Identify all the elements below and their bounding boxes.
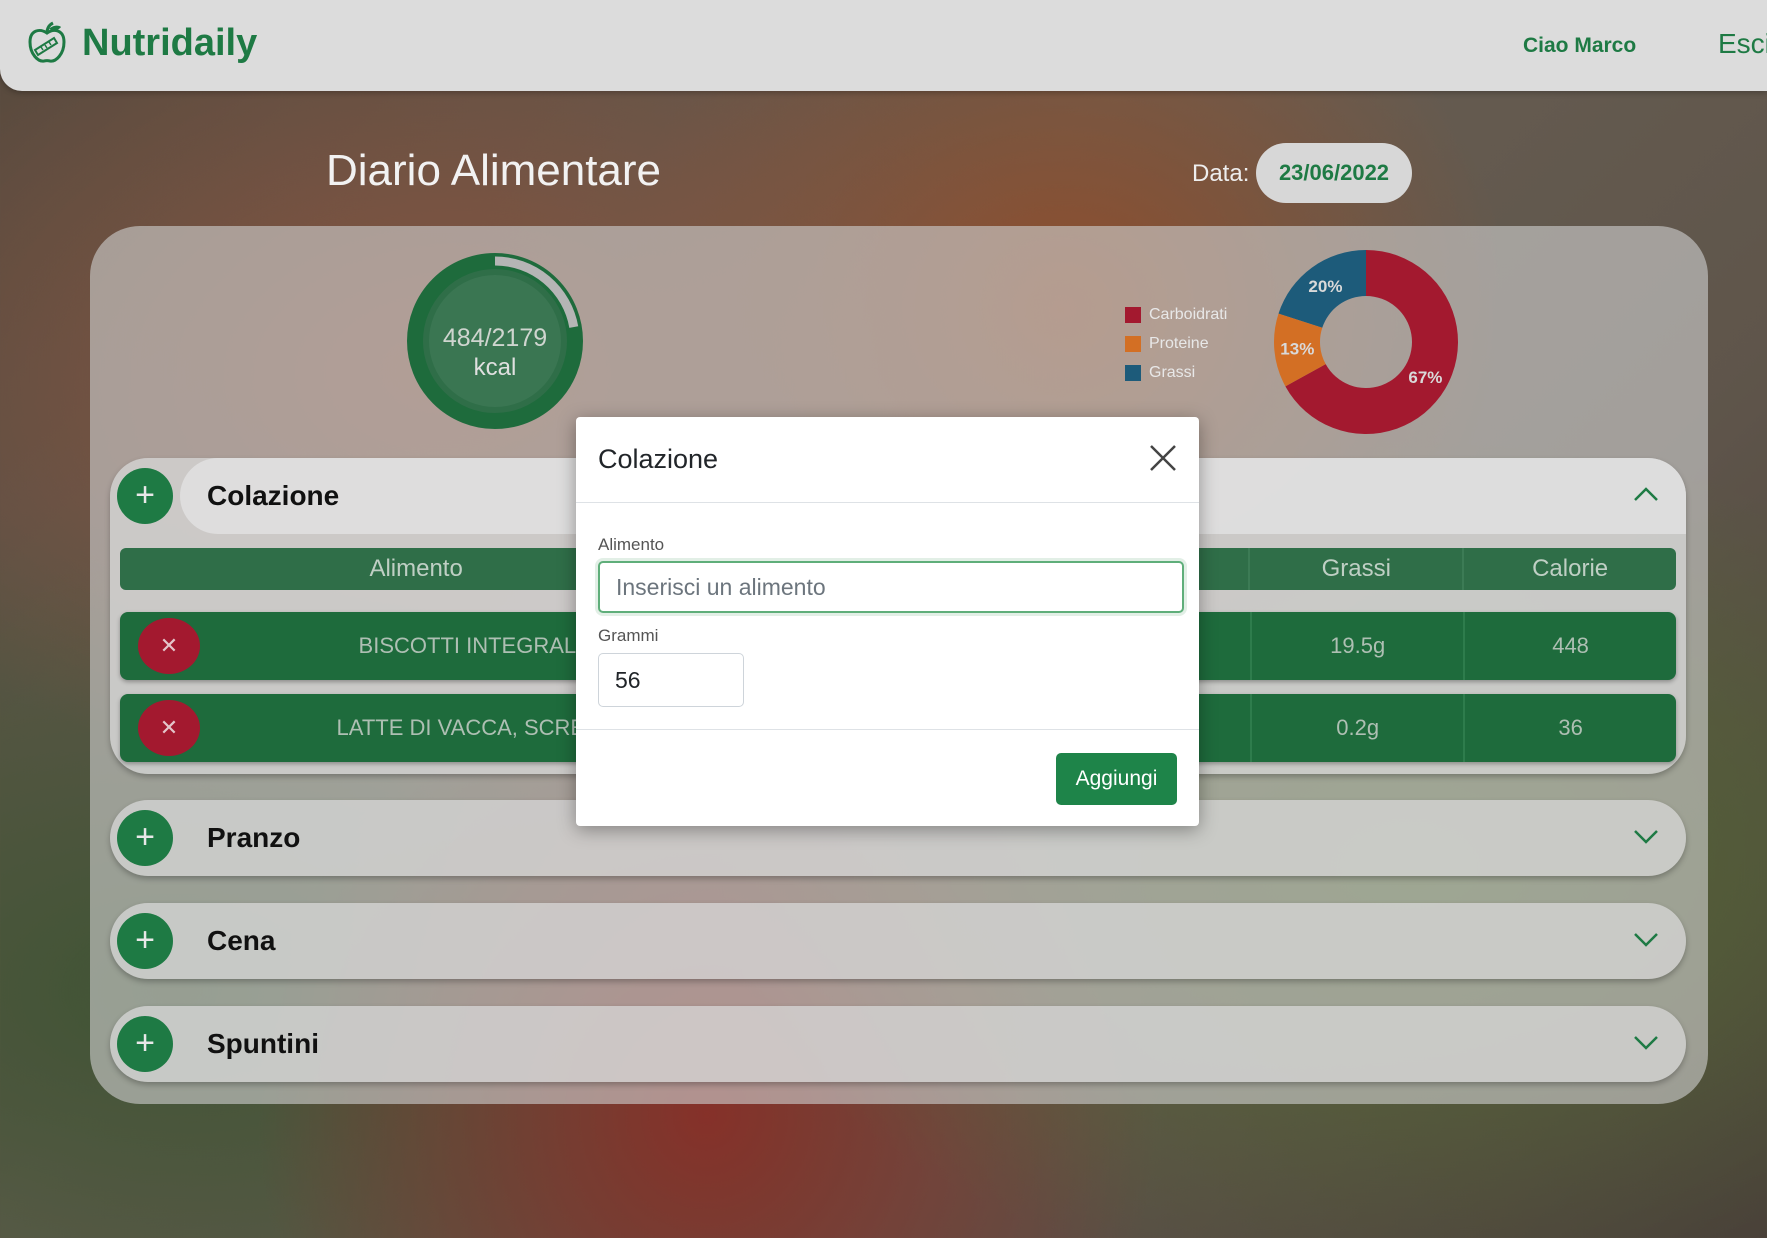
modal-footer: Aggiungi xyxy=(576,729,1199,827)
donut-label-carboidrati: 67% xyxy=(1408,368,1442,387)
legend-item-grassi: Grassi xyxy=(1125,358,1227,387)
column-header: Grassi xyxy=(1250,548,1465,590)
add-food-button[interactable]: + xyxy=(117,913,173,969)
plus-icon: + xyxy=(135,818,155,856)
legend-item-proteine: Proteine xyxy=(1125,329,1227,358)
chevron-down-icon[interactable] xyxy=(1632,826,1660,846)
grams-label: Grammi xyxy=(598,626,659,645)
times-icon: ✕ xyxy=(159,633,179,658)
add-button[interactable]: Aggiungi xyxy=(1056,753,1177,805)
column-header: Calorie xyxy=(1532,555,1609,582)
macro-donut-chart: 20% 67% 13% xyxy=(1274,250,1458,434)
add-food-button[interactable]: + xyxy=(117,1016,173,1072)
chevron-up-icon[interactable] xyxy=(1632,484,1660,504)
chevron-down-icon[interactable] xyxy=(1632,929,1660,949)
calorie-counter: 484/2179 kcal xyxy=(406,323,584,383)
calorie-cell: 448 xyxy=(1552,633,1589,658)
plus-icon: + xyxy=(135,476,155,514)
fat-cell: 0.2g xyxy=(1252,694,1466,762)
food-label: Alimento xyxy=(598,535,665,554)
legend-swatch xyxy=(1125,306,1141,323)
food-search-input[interactable] xyxy=(598,561,1184,613)
delete-food-button[interactable]: ✕ xyxy=(138,618,200,674)
calorie-cell: 36 xyxy=(1558,715,1583,740)
add-food-button[interactable]: + xyxy=(117,468,173,524)
meal-title: Pranzo xyxy=(207,822,301,853)
donut-label-grassi: 20% xyxy=(1308,277,1342,296)
user-greeting[interactable]: Ciao Marco xyxy=(1523,34,1636,58)
plus-icon: + xyxy=(135,1024,155,1062)
legend-swatch xyxy=(1125,335,1141,352)
brand[interactable]: Nutridaily xyxy=(24,20,257,66)
meal-title: Spuntini xyxy=(207,1028,319,1059)
donut-label-proteine: 13% xyxy=(1280,339,1314,358)
modal-header: Colazione xyxy=(576,417,1199,503)
delete-food-button[interactable]: ✕ xyxy=(138,700,200,756)
date-picker[interactable]: 23/06/2022 xyxy=(1256,143,1412,203)
navbar: Nutridaily Ciao Marco Esci xyxy=(0,0,1767,91)
meal-cena[interactable]: + Cena xyxy=(110,903,1686,979)
page-title: Diario Alimentare xyxy=(326,146,662,195)
meal-title: Colazione xyxy=(207,480,340,511)
meal-title: Cena xyxy=(207,925,276,956)
add-food-button[interactable]: + xyxy=(117,810,173,866)
legend-label: Carboidrati xyxy=(1149,305,1228,323)
grams-input[interactable] xyxy=(598,653,744,707)
apple-measure-icon xyxy=(28,21,66,63)
date-label: Data: xyxy=(1192,160,1250,187)
modal-title: Colazione xyxy=(598,444,719,474)
chevron-down-icon[interactable] xyxy=(1632,1032,1660,1052)
calorie-unit: kcal xyxy=(473,354,517,381)
brand-name: Nutridaily xyxy=(82,21,258,64)
meal-spuntini[interactable]: + Spuntini xyxy=(110,1006,1686,1082)
legend-item-carboidrati: Carboidrati xyxy=(1125,300,1227,329)
legend-swatch xyxy=(1125,364,1141,381)
macro-legend: Carboidrati Proteine Grassi xyxy=(1125,300,1227,387)
fat-cell: 19.5g xyxy=(1252,612,1466,680)
times-icon: ✕ xyxy=(159,715,179,740)
add-food-modal: Colazione Alimento Grammi Aggiungi xyxy=(576,417,1199,826)
legend-label: Grassi xyxy=(1149,363,1196,381)
plus-icon: + xyxy=(135,921,155,959)
logout-link[interactable]: Esci xyxy=(1718,28,1767,60)
close-icon[interactable] xyxy=(1148,443,1178,473)
calorie-value: 484/2179 xyxy=(442,324,548,352)
legend-label: Proteine xyxy=(1149,334,1209,352)
